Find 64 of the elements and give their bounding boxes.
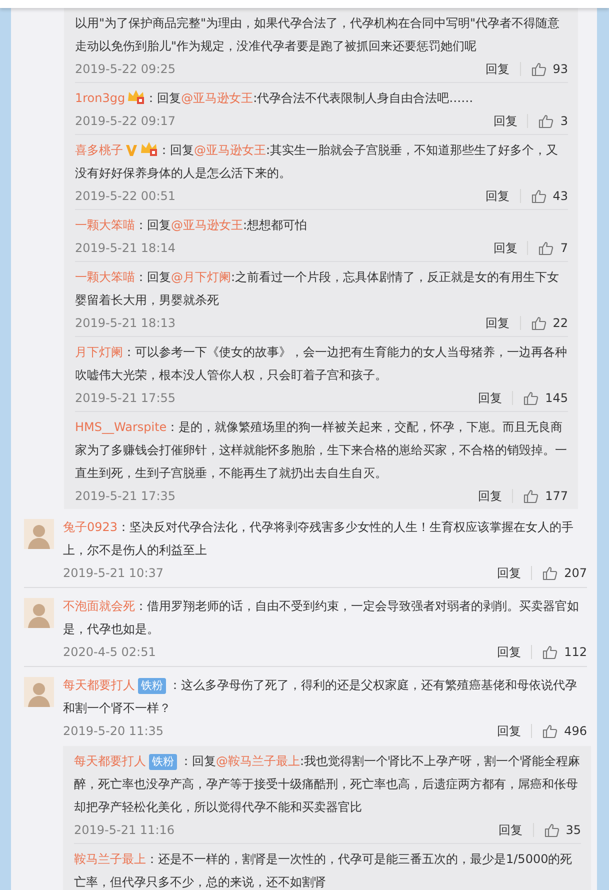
thumbs-up-icon [538,113,554,129]
like-button[interactable]: 207 [542,565,587,581]
comment-text: 一颗大笨喵：回复@亚马逊女王:想想都可怕 [75,217,308,234]
reply-link[interactable]: 回复 [487,564,532,582]
thumbs-up-icon [538,240,554,256]
crown-icon [140,141,158,157]
like-button[interactable]: 7 [538,240,568,256]
thumbs-up-icon [523,390,540,406]
reply-link[interactable]: 回复 [487,644,532,660]
thumbs-up-icon [523,488,540,504]
timestamp: 2019-5-22 09:25 [75,62,176,76]
comment-text: 一颗大笨喵：回复@月下灯阑:之前看过一个片段，忘具体剧情了，反正就是女的有用生下女婴留着长大用，男婴就杀死 [75,269,560,309]
avatar[interactable] [24,519,54,549]
like-button[interactable]: 177 [523,488,568,504]
comment-text: HMS__Warspite：是的，就像繁殖场里的狗一样被关起来，交配，怀孕，下崽。而且无良商家为了多赚钱会打催卵针，这样就能怀多胞胎，生下来合格的崽给买家，不合格的销毁掉。一直生到死，生到子宫脱垂，不能再生了就扔出去自生自灭。 [75,419,568,482]
timestamp: 2019-5-20 11:35 [63,724,164,738]
comment-text: 每天都要打人 铁粉 ：回复@鞍马兰子最上:我也觉得割一个肾比不上孕产呀，割一个肾能全程麻醉，死亡率也没孕产高，孕产等于接受十级痛酷刑，死亡率也高，后遗症两方都有，屌癌和伥母却把孕产轻松化美化，所以觉得代孕不能和买卖器官比 [74,753,581,816]
thumbs-up-icon [542,644,558,660]
like-button[interactable]: 22 [530,315,568,331]
comment-text: 兔子0923：坚决反对代孕合法化，代孕将剥夺残害多少女性的人生！生育权应该掌握在女人的手上，尔不是伤人的利益至上 [63,519,575,559]
reply-link[interactable]: 回复 [483,240,528,256]
fan-badge: 铁粉 [149,754,177,770]
timestamp: 2020-4-5 02:51 [63,645,157,659]
avatar[interactable] [24,677,54,707]
reply-link[interactable]: 回复 [487,722,532,740]
comment-text: 每天都要打人 铁粉 ：这么多孕母伤了死了，得利的还是父权家庭，还有繁殖癌基佬和母依说代孕和割一个肾不一样？ [63,677,578,717]
reply-link[interactable]: 回复 [476,188,520,204]
like-button[interactable]: 3 [538,113,568,129]
timestamp: 2019-5-21 18:14 [75,241,176,255]
reply-link[interactable]: 回复 [476,314,520,332]
thumbs-up-icon [530,61,547,77]
comment-text: 以用"为了保护商品完整"为理由，如果代孕合法了，代孕机构在合同中写明"代孕者不得随意走动以免伤到胎儿"作为规定，没准代孕者要是跑了被抓回来还要惩罚她们呢 [75,15,561,55]
verified-v-icon [125,143,138,157]
comment-text: 1ron3gg ：回复@亚马逊女王:代孕合法不代表限制人身自由合法吧…… [75,88,474,107]
comment-text: 鞍马兰子最上：还是不一样的，割肾是一次性的，代孕可是能三番五次的，最少是1/5000的死亡率，但代孕只多不少，总的来说，还不如割肾 [74,851,574,890]
comment-text: 不泡面就会死：借用罗翔老师的话，自由不受到约束，一定会导致强者对弱者的剥削。买卖器官如是，代孕也如是。 [63,598,580,638]
like-button[interactable]: 145 [523,390,568,406]
reply-link[interactable]: 回复 [468,390,512,406]
thumbs-up-icon [530,315,547,331]
timestamp: 2019-5-21 10:37 [63,566,164,580]
timestamp: 2019-5-21 18:13 [75,316,176,330]
like-button[interactable]: 93 [530,61,568,77]
thumbs-up-icon [544,822,560,838]
like-button[interactable]: 496 [542,723,587,739]
timestamp: 2019-5-21 17:35 [75,489,176,503]
timestamp: 2019-5-21 17:55 [75,391,176,405]
like-button[interactable]: 35 [544,822,581,838]
thumbs-up-icon [542,565,558,581]
fan-badge: 铁粉 [138,678,166,694]
reply-link[interactable]: 回复 [468,488,512,504]
thumbs-up-icon [542,723,558,739]
like-button[interactable]: 112 [542,644,587,660]
reply-link[interactable]: 回复 [483,112,528,130]
avatar[interactable] [24,598,54,628]
like-button[interactable]: 43 [530,188,568,204]
crown-icon [127,89,146,105]
comment-text: 喜多桃子 ：回复@亚马逊女王:其实生一胎就会子宫脱垂，不知道那些生了好多个，又没有好好保养身体的人是怎么活下来的。 [75,140,560,182]
reply-link[interactable]: 回复 [476,60,520,78]
timestamp: 2019-5-21 11:16 [74,823,176,837]
thumbs-up-icon [530,188,547,204]
timestamp: 2019-5-22 00:51 [75,189,176,203]
timestamp: 2019-5-22 09:17 [75,114,176,128]
reply-link[interactable]: 回复 [488,822,533,838]
comment-text: 月下灯阑：可以参考一下《使女的故事》，会一边把有生育能力的女人当母猪养，一边再各种吹嘘伟大光荣，根本没人管你人权，只会盯着子宫和孩子。 [75,344,568,384]
